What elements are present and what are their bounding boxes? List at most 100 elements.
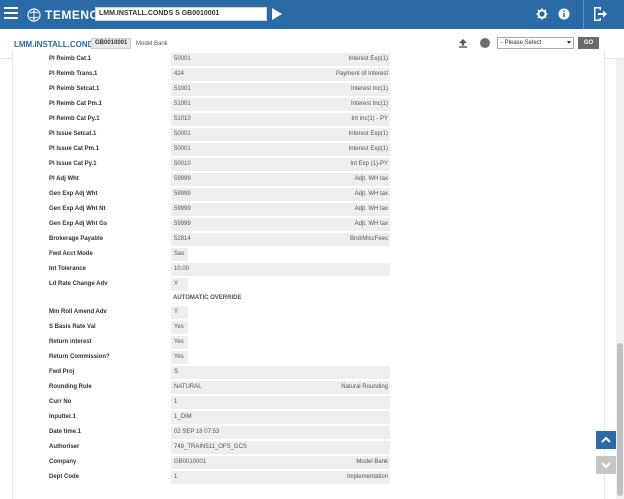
- action-select-value: - Please Select: [501, 40, 542, 46]
- field-row: Pl Reimb Cat Py.1 51010 Int inc(1) - PY: [13, 113, 604, 126]
- field-value[interactable]: 51001 Interest Inc(1): [171, 83, 390, 96]
- field-row: Authoriser 749_TRAIN511_OFS_GCS: [13, 441, 604, 454]
- field-code: 51001: [174, 101, 191, 107]
- field-value[interactable]: S: [171, 366, 390, 379]
- override-row: AUTOMATIC OVERRIDE: [13, 292, 604, 305]
- field-value[interactable]: 424 Payment of Interest: [171, 68, 390, 81]
- field-value[interactable]: Sas: [171, 248, 188, 261]
- field-value[interactable]: GB0010001 Model Bank: [171, 456, 390, 469]
- temenos-logo-icon: [27, 7, 41, 22]
- field-label: Ld Rate Change Adv: [49, 281, 108, 287]
- field-label: Date time.1: [49, 429, 82, 435]
- field-code: NATURAL: [174, 384, 202, 390]
- field-value[interactable]: Yes: [171, 351, 188, 364]
- field-value[interactable]: 59999 Adjt. WH tax: [171, 218, 390, 231]
- field-label: Pl Reimb Cat Py.1: [49, 116, 100, 122]
- scrollbar-thumb[interactable]: [617, 343, 623, 496]
- field-row: Pl Reimb Cat.1 50001 Interest Exp(1): [13, 53, 604, 66]
- field-description: Natural Rounding: [341, 384, 388, 390]
- field-label: Pl Reimb Cat.1: [49, 56, 92, 62]
- field-row: Pl Reimb Setcat.1 51001 Interest Inc(1): [13, 83, 604, 96]
- info-icon[interactable]: [558, 8, 570, 20]
- field-code: 59999: [174, 206, 191, 212]
- field-code: 50001: [174, 56, 191, 62]
- help-icon[interactable]: [480, 38, 490, 48]
- field-row: Gen Exp Adj Wht Nt 59999 Adjt. WH tax: [13, 203, 604, 216]
- field-label: Gen Exp Adj Wht Nt: [49, 206, 106, 212]
- field-label: Pl Issue Setcat.1: [49, 131, 97, 137]
- field-row: Fwd Acct Mode Sas: [13, 248, 604, 261]
- field-value[interactable]: 10.00: [171, 263, 390, 276]
- field-code: 424: [174, 71, 185, 77]
- settings-gear-icon[interactable]: [536, 8, 548, 20]
- field-label: Return interest: [49, 339, 92, 345]
- field-label: Pl Issue Cat Py.1: [49, 161, 97, 167]
- field-row: Inputter.1 1_DIM: [13, 411, 604, 424]
- field-label: Pl Reimb Cat Pm.1: [49, 101, 103, 107]
- field-value[interactable]: NATURAL Natural Rounding: [171, 381, 390, 394]
- field-row: Fwd Proj S: [13, 366, 604, 379]
- field-value[interactable]: 52814 BrokMiscFees: [171, 233, 390, 246]
- field-label: Inputter.1: [49, 414, 77, 420]
- field-row: Pl Adj Wht 59999 Adjt. WH tax: [13, 173, 604, 186]
- scroll-down-button[interactable]: [596, 456, 616, 474]
- field-label: Authoriser: [49, 444, 80, 450]
- page-title: LMM.INSTALL.CONDS: [14, 40, 99, 49]
- vertical-scrollbar[interactable]: [616, 59, 624, 499]
- upload-icon[interactable]: [458, 38, 468, 48]
- field-value[interactable]: 50010 Int Exp (1)-PY: [171, 158, 390, 171]
- field-code: GB0010001: [174, 459, 207, 465]
- field-code: 51010: [174, 116, 191, 122]
- field-value[interactable]: 59999 Adjt. WH tax: [171, 203, 390, 216]
- field-row: S Basis Rate Val Yes: [13, 321, 604, 334]
- field-row: Ld Rate Change Adv Y: [13, 278, 604, 291]
- field-label: Pl Reimb Setcat.1: [49, 86, 100, 92]
- field-value[interactable]: Yes: [171, 321, 188, 334]
- scroll-up-button[interactable]: [596, 431, 616, 449]
- field-value[interactable]: 51001 Interest Inc(1): [171, 98, 390, 111]
- field-description: Adjt. WH tax: [354, 176, 388, 182]
- menu-icon[interactable]: [4, 7, 18, 21]
- field-label: Pl Reimb Trans.1: [49, 71, 98, 77]
- field-value[interactable]: 1_DIM: [171, 411, 390, 424]
- field-row: Mm Roll Amend Adv Y: [13, 306, 604, 319]
- field-row: Rounding Rule NATURAL Natural Rounding: [13, 381, 604, 394]
- field-value[interactable]: 1: [171, 396, 390, 409]
- field-label: Curr No: [49, 399, 72, 405]
- field-value[interactable]: Yes: [171, 336, 188, 349]
- action-select[interactable]: - Please Select: [497, 37, 574, 49]
- field-value[interactable]: 59999 Adjt. WH tax: [171, 173, 390, 186]
- run-arrow-icon[interactable]: [271, 7, 283, 21]
- field-value[interactable]: 50001 Interest Exp(1): [171, 128, 390, 141]
- field-row: Curr No 1: [13, 396, 604, 409]
- field-label: Company: [49, 459, 77, 465]
- field-code: 59999: [174, 191, 191, 197]
- command-input[interactable]: LMM.INSTALL.CONDS S GB0010001: [95, 7, 267, 21]
- sign-out-icon[interactable]: [592, 6, 608, 22]
- record-content: Pl Reimb Cat.1 50001 Interest Exp(1) Pl …: [12, 50, 605, 499]
- chevron-down-icon: [567, 41, 571, 44]
- field-row: Gen Exp Adj Wht 59999 Adjt. WH tax: [13, 188, 604, 201]
- field-value[interactable]: Y: [171, 306, 188, 319]
- field-row: Pl Reimb Trans.1 424 Payment of Interest: [13, 68, 604, 81]
- field-value[interactable]: 02 SEP 18 07:53: [171, 426, 390, 439]
- field-value[interactable]: 749_TRAIN511_OFS_GCS: [171, 441, 390, 454]
- field-row: Dept Code 1 Implementation: [13, 471, 604, 484]
- field-code: 51001: [174, 86, 191, 92]
- field-description: Payment of Interest: [335, 71, 388, 77]
- field-description: BrokMiscFees: [349, 236, 388, 242]
- field-label: Gen Exp Adj Wht Gs: [49, 221, 108, 227]
- field-value[interactable]: 51010 Int inc(1) - PY: [171, 113, 390, 126]
- field-value[interactable]: 50001 Interest Exp(1): [171, 53, 390, 66]
- field-description: Implementation: [346, 474, 388, 480]
- field-value[interactable]: 50001 Interest Exp(1): [171, 143, 390, 156]
- field-description: Interest Exp(1): [348, 131, 388, 137]
- go-button[interactable]: GO: [578, 37, 599, 49]
- field-value[interactable]: Y: [171, 278, 188, 291]
- field-label: S Basis Rate Val: [49, 324, 96, 330]
- field-value[interactable]: 1 Implementation: [171, 471, 390, 484]
- field-code: S: [174, 369, 179, 375]
- field-code: Yes: [174, 339, 184, 345]
- field-value[interactable]: 59999 Adjt. WH tax: [171, 188, 390, 201]
- field-label: Mm Roll Amend Adv: [49, 309, 107, 315]
